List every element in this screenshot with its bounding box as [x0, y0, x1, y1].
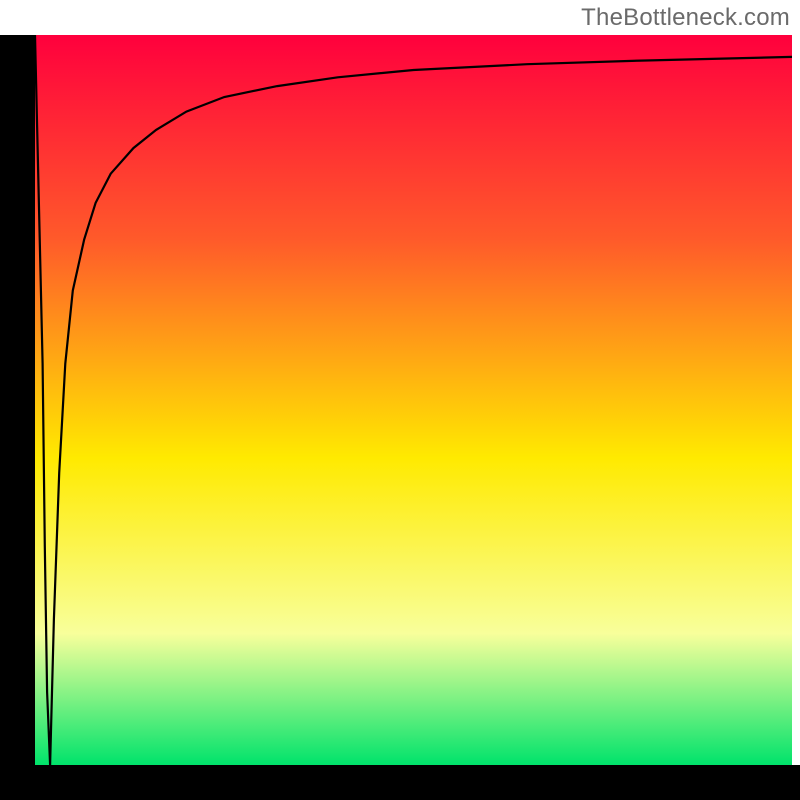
attribution-label: TheBottleneck.com	[581, 4, 790, 32]
plot-background	[35, 35, 792, 765]
axis-x	[0, 765, 800, 800]
chart-container: { "attribution": "TheBottleneck.com", "c…	[0, 0, 800, 800]
axis-y	[0, 35, 35, 800]
chart-svg	[0, 0, 800, 800]
